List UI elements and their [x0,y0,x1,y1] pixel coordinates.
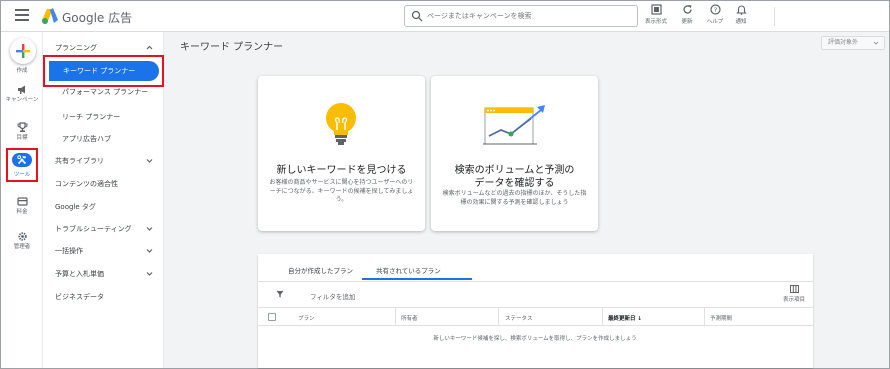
notifications-button[interactable]: 通知 [727,4,755,25]
rail-item-campaigns[interactable]: キャンペーン [1,84,43,104]
google-ads-logo-icon [42,8,58,24]
campaigns-label: キャンペーン [5,97,39,103]
col-plan[interactable]: プラン [298,314,315,322]
plus-icon [16,44,30,58]
filter-icon[interactable] [276,290,284,298]
rail-item-admin[interactable]: 管理者 [1,231,43,251]
tabs-divider [258,281,813,282]
brand-name: Google 広告 [62,11,133,25]
chevron-down-icon[interactable] [146,157,153,164]
columns-icon [789,285,799,293]
evaluation-filter-label: 評価対象外 [828,39,859,46]
nav-troubleshooting[interactable]: トラブルシューティング [55,224,132,234]
display-format-label: 表示形式 [644,19,667,25]
help-icon: ? [709,4,721,15]
col-owner[interactable]: 所有者 [401,314,418,322]
add-filter-button[interactable]: フィルタを追加 [310,291,355,301]
display-format-icon [650,4,662,15]
nav-shared-library[interactable]: 共有ライブラリ [55,156,104,166]
col-last-updated[interactable]: 最終更新日 ↓ [608,314,642,322]
nav-performance-planner[interactable]: パフォーマンス プランナー [62,88,157,106]
lightbulb-icon [326,103,356,145]
page-title: キーワード プランナー [180,42,284,53]
header-divider [774,7,775,26]
chevron-down-icon [873,41,879,45]
trophy-icon [17,122,27,132]
nav-keyword-planner[interactable]: キーワード プランナー [49,61,159,81]
nav-content-suitability[interactable]: コンテンツの適合性 [55,179,118,189]
col-forecast-period[interactable]: 予測期間 [710,314,732,322]
create-label: 作成 [16,68,28,74]
refresh-label: 更新 [681,19,693,25]
trend-chart-icon [483,105,545,145]
discover-keywords-title: 新しいキーワードを見つける [276,165,407,176]
help-label: ヘルプ [706,19,724,25]
columns-label: 表示項目 [782,297,805,303]
tools-nav-panel: プランニング キーワード プランナー パフォーマンス プランナー リーチ プラン… [43,32,164,368]
discover-keywords-card[interactable]: 新しいキーワードを見つける お客様の商品やサービスに関心を持つユーザーへのリーチ… [258,76,425,231]
tools-highlight-box[interactable]: ツール [6,148,38,182]
refresh-button[interactable]: 更新 [673,4,701,25]
table-header-row: プラン 所有者 ステータス 最終更新日 ↓ 予測期間 [258,307,813,326]
col-divider [395,308,396,326]
keyword-planner-highlight-box: キーワード プランナー [43,55,164,87]
help-button[interactable]: ? ヘルプ [701,4,729,25]
col-status[interactable]: ステータス [505,314,533,322]
credit-card-icon [16,197,28,206]
rail-create-label-wrap: 作成 [1,66,43,75]
search-icon [411,10,423,22]
main-content: キーワード プランナー 評価対象外 新しいキーワードを見つける お客様の商品やサ… [164,32,889,368]
refresh-icon [682,5,692,14]
tools-icon [17,155,27,165]
chevron-up-icon[interactable] [146,44,153,51]
nav-app-hub[interactable]: アプリ広告ハブ [62,134,111,144]
empty-state-message: 新しいキーワード候補を探し、検索ボリュームを取得し、プランを作成しましょう [433,336,637,342]
display-format-button[interactable]: 表示形式 [642,4,670,25]
create-button[interactable] [10,38,36,64]
search-box[interactable] [404,5,638,27]
search-volume-forecast-card[interactable]: 検索のボリュームと予測のデータを確認する 検索ボリュームなどの過去の指標のほか、… [431,76,598,231]
select-all-checkbox[interactable] [268,313,276,321]
evaluation-filter[interactable]: 評価対象外 [821,36,885,50]
gear-icon [17,232,27,241]
goals-label: 目標 [16,135,28,141]
col-divider [498,308,499,326]
discover-keywords-desc: お客様の商品やサービスに関心を持つユーザーへのリーチにつながる、キーワードの候補… [269,179,414,203]
plans-panel: 自分が作成したプラン 共有されているプラン フィルタを追加 表示項目 プラン 所… [258,254,813,368]
col-divider [602,308,603,326]
search-volume-forecast-desc: 検索ボリュームなどの過去の指標のほか、そうした指標の効果に関する予測を確認しまし… [442,190,587,206]
rail-item-tools[interactable] [12,153,32,167]
columns-button[interactable]: 表示項目 [779,285,809,303]
bell-icon [735,5,747,15]
tab-shared-plans[interactable]: 共有されているプラン [376,265,441,275]
tools-label: ツール [13,172,31,178]
megaphone-icon [17,85,25,94]
notifications-label: 通知 [735,19,747,25]
nav-business-data[interactable]: ビジネスデータ [55,292,104,302]
nav-bulk-actions[interactable]: 一括操作 [55,246,83,256]
rail-item-goals[interactable]: 目標 [1,122,43,142]
menu-icon[interactable] [15,9,29,21]
left-rail: 作成 キャンペーン 目標 ツール 料金 管理者 [1,32,43,368]
search-volume-forecast-title: 検索のボリュームと予測のデータを確認する [454,165,575,189]
top-bar: Google 広告 表示形式 更新 ? ヘルプ 通知 [1,1,889,32]
tab-my-plans[interactable]: 自分が作成したプラン [288,265,353,275]
nav-planning[interactable]: プランニング [55,43,97,53]
svg-text:?: ? [713,6,716,14]
nav-budgets-bidding[interactable]: 予算と入札単価 [55,269,104,279]
chevron-down-icon[interactable] [146,225,153,232]
billing-label: 料金 [16,209,28,215]
nav-reach-planner[interactable]: リーチ プランナー [62,112,120,122]
nav-google-tag[interactable]: Google タグ [55,202,96,212]
search-input[interactable] [427,9,632,23]
active-tab-indicator [362,278,472,280]
chevron-down-icon[interactable] [146,270,153,277]
admin-label: 管理者 [13,244,31,250]
col-divider [704,308,705,326]
chevron-down-icon[interactable] [146,247,153,254]
rail-item-billing[interactable]: 料金 [1,196,43,216]
